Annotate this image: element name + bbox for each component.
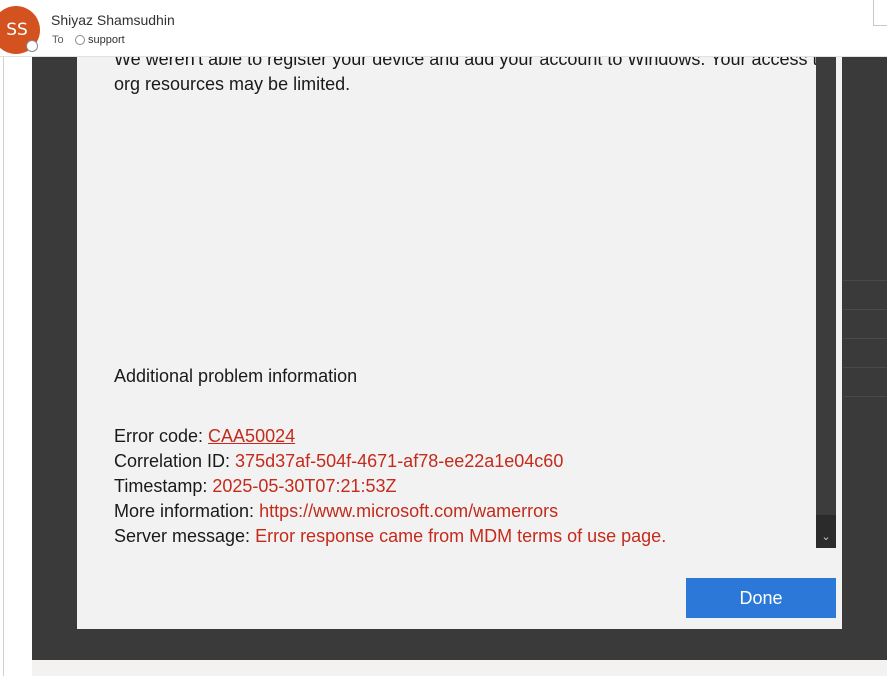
left-reading-pane-edge [0,57,32,676]
bottom-strip [32,660,887,676]
done-button[interactable]: Done [686,578,836,618]
error-code-link[interactable]: CAA50024 [208,426,295,446]
recipient-status-icon [75,35,85,45]
info-row-error-code: Error code: CAA50024 [114,424,666,449]
info-row-correlation-id: Correlation ID: 375d37af-504f-4671-af78-… [114,449,666,474]
info-label: Timestamp: [114,476,213,496]
dialog-scrollbar[interactable] [816,57,836,548]
info-row-server-message: Server message: Error response came from… [114,524,666,547]
sender-name[interactable]: Shiyaz Shamsudhin [51,12,175,28]
email-header: SS Shiyaz Shamsudhin To support [0,0,887,57]
info-label: More information: [114,501,260,521]
section-title: Additional problem information [114,366,358,386]
left-divider [3,57,4,676]
server-message-value: Error response came from MDM terms of us… [255,526,667,546]
problem-info-list: Error code: CAA50024 Correlation ID: 375… [114,424,666,547]
info-row-more-information: More information: https://www.microsoft.… [114,499,666,524]
more-information-link[interactable]: https://www.microsoft.com/wamerrors [259,501,558,521]
info-label: Server message: [114,526,256,546]
timestamp-value: 2025-05-30T07:21:53Z [212,476,397,496]
info-row-timestamp: Timestamp: 2025-05-30T07:21:53Z [114,474,666,499]
error-message: We weren't able to register your device … [114,57,816,94]
recipient-name[interactable]: support [88,34,125,46]
to-label: To [52,34,64,46]
presence-status-icon [26,40,38,52]
correlation-id-value: 375d37af-504f-4671-af78-ee22a1e04c60 [235,451,564,471]
info-label: Correlation ID: [114,451,236,471]
corner-scroll-element [873,0,887,26]
chevron-down-icon[interactable]: ⌄ [816,515,836,548]
error-dialog: We weren't able to register your device … [77,57,842,629]
dialog-scroll-content[interactable]: We weren't able to register your device … [114,57,816,547]
info-label: Error code: [114,426,209,446]
overlay-background-lines [843,280,887,450]
